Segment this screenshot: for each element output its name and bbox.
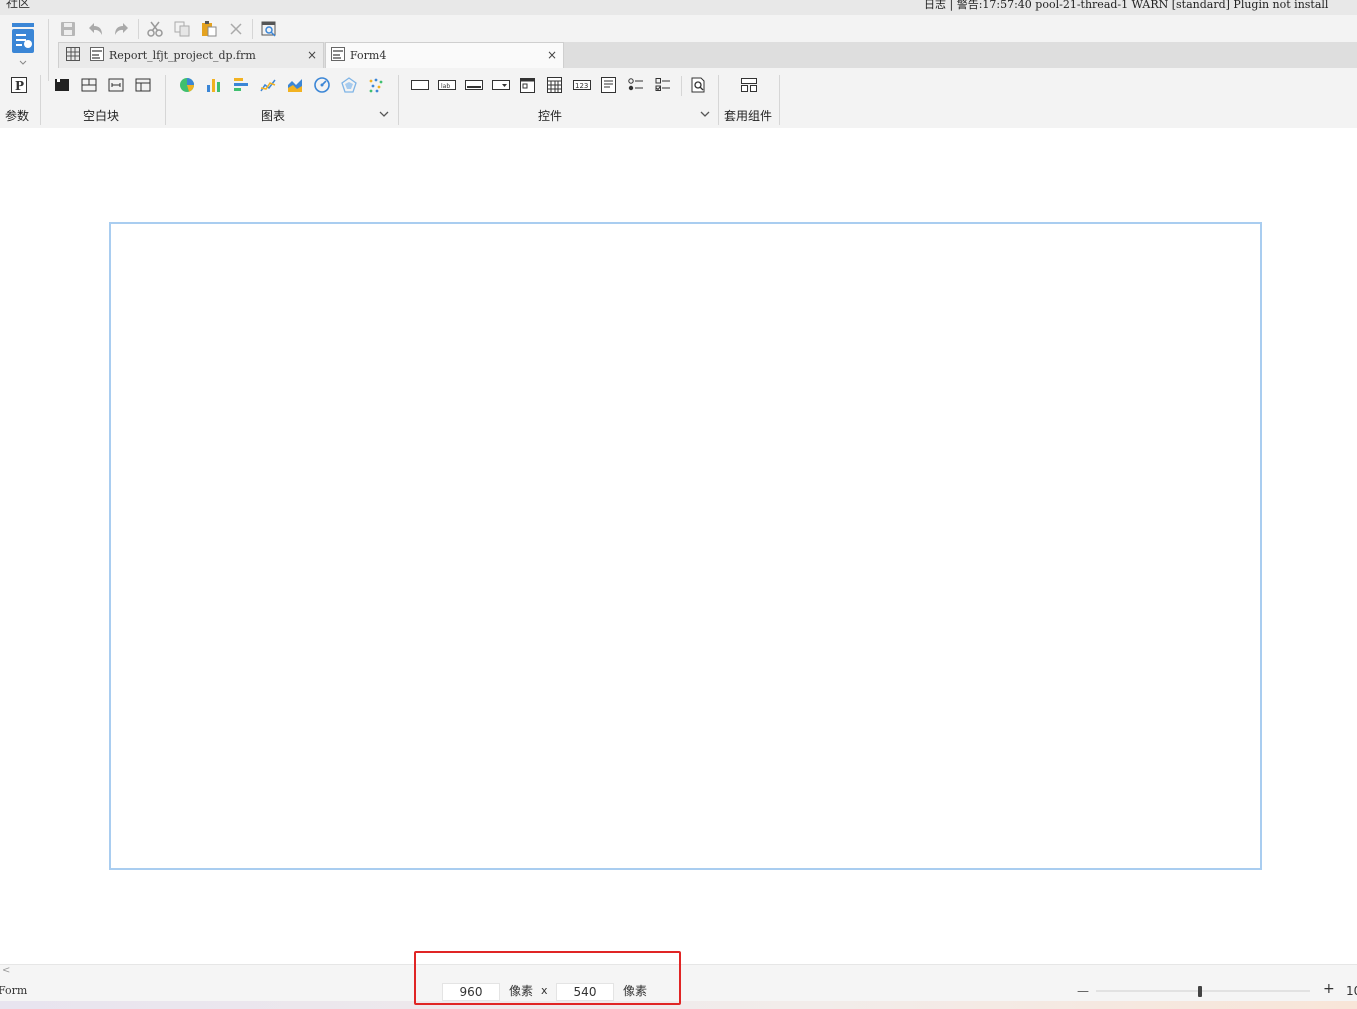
zoom-in-button[interactable]: + [1323,981,1335,997]
cut-icon[interactable] [144,18,166,40]
absolute-block-icon[interactable] [53,76,71,94]
gauge-chart-icon[interactable] [313,76,331,94]
area-chart-icon[interactable] [286,76,304,94]
text-area-widget-icon[interactable] [600,76,618,94]
param-group: P 参数 [5,72,40,126]
zoom-value: 10 [1346,984,1357,998]
svg-text:lab: lab [441,83,450,90]
calendar-widget-icon[interactable] [546,76,564,94]
divider [681,76,682,96]
divider [138,19,139,39]
grid-table-icon [66,47,80,64]
button-widget-icon[interactable] [411,76,429,94]
preview-icon[interactable] [258,18,280,40]
component-label: 套用组件 [724,109,773,123]
scatter-chart-icon[interactable] [367,76,385,94]
form-file-icon [90,47,104,64]
paste-icon[interactable] [198,18,220,40]
bar-chart-icon[interactable] [205,76,223,94]
divider [165,75,166,125]
save-icon[interactable] [57,18,79,40]
redo-icon[interactable] [111,18,133,40]
delete-icon[interactable] [225,18,247,40]
ribbon-toolbar: Report_lfjt_project_dp.frm × Form4 × P 参… [0,15,1357,128]
parameter-icon[interactable]: P [10,76,28,94]
tab-layout-icon[interactable] [134,76,152,94]
label-widget-icon[interactable]: lab [438,76,456,94]
svg-text:P: P [15,79,24,93]
tab-report-file[interactable]: Report_lfjt_project_dp.frm × [58,42,324,68]
form-label: Form [0,984,28,997]
zoom-out-button[interactable]: — [1077,983,1089,999]
chevron-down-icon[interactable] [379,110,389,121]
tab-label: Report_lfjt_project_dp.frm [109,49,256,62]
copy-icon[interactable] [171,18,193,40]
chevron-down-icon[interactable] [700,110,710,121]
line-chart-icon[interactable] [259,76,277,94]
tab-form4[interactable]: Form4 × [325,42,564,68]
divider [398,75,399,125]
pie-chart-icon[interactable] [178,76,196,94]
document-tab-strip: Report_lfjt_project_dp.frm × Form4 × [58,42,1357,68]
divider [718,75,719,125]
reuse-component-icon[interactable] [740,76,758,94]
chart-group: 图表 [178,72,396,126]
form-file-icon [331,47,345,64]
param-label: 参数 [5,109,30,123]
radar-chart-icon[interactable] [340,76,358,94]
undo-icon[interactable] [84,18,106,40]
number-widget-icon[interactable]: 123 [573,76,591,94]
control-group: lab 123 控件 [411,72,716,126]
blank-block-group: 空白块 [53,72,163,126]
divider [40,75,41,125]
app-menu-button[interactable] [8,20,38,65]
divider [48,19,49,81]
zoom-slider-thumb [1198,986,1202,997]
dropdown-widget-icon[interactable] [492,76,510,94]
svg-text:123: 123 [575,82,588,90]
quick-access-bar [57,18,285,40]
component-group: 套用组件 [724,72,779,126]
radio-group-widget-icon[interactable] [627,76,645,94]
blank-block-label: 空白块 [83,109,120,123]
control-label: 控件 [538,109,563,123]
date-widget-icon[interactable] [519,76,537,94]
form-design-canvas[interactable] [109,222,1262,870]
highlight-annotation-box [414,951,681,1005]
divider [252,19,253,39]
zoom-slider[interactable] [1096,981,1310,1001]
split-horizontal-icon[interactable] [80,76,98,94]
scroll-left-icon[interactable]: < [2,965,10,976]
split-fit-icon[interactable] [107,76,125,94]
log-warning-text: 日志 | 警告:17:57:40 pool-21-thread-1 WARN [… [924,0,1329,11]
text-field-widget-icon[interactable] [465,76,483,94]
tab-label: Form4 [350,49,387,62]
horizontal-bar-chart-icon[interactable] [232,76,250,94]
divider [779,75,780,125]
chart-label: 图表 [261,109,286,123]
community-link[interactable]: 社区 [6,0,30,9]
checkbox-group-widget-icon[interactable] [654,76,672,94]
top-status-strip: 社区 日志 | 警告:17:57:40 pool-21-thread-1 WAR… [0,0,1357,15]
close-tab-icon[interactable]: × [307,48,317,62]
close-tab-icon[interactable]: × [547,48,557,62]
query-button-icon[interactable] [690,76,708,94]
